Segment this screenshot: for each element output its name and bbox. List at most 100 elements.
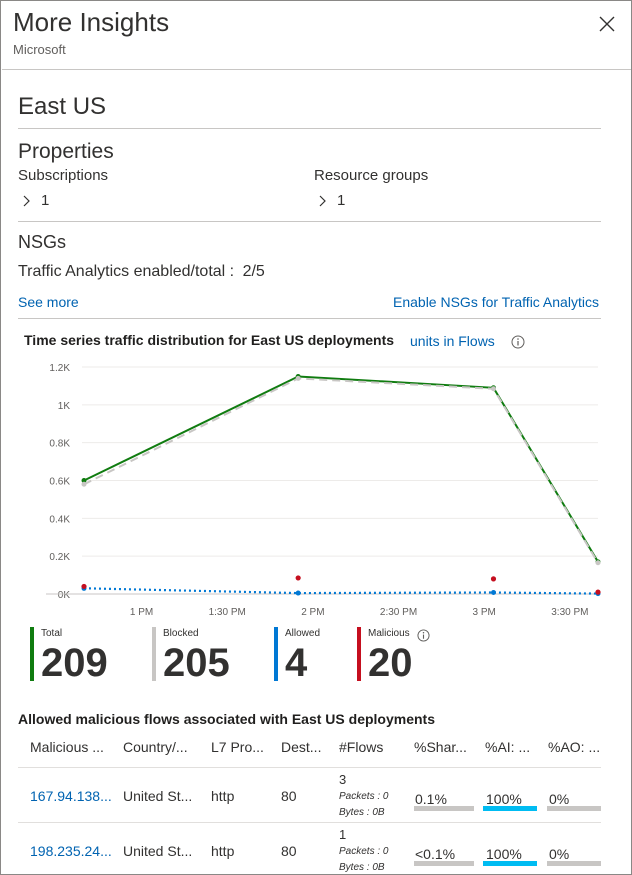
column-header[interactable]: Country/...	[123, 739, 203, 755]
share-cell: 0.1%	[415, 791, 447, 807]
divider	[18, 318, 601, 319]
traffic-analytics-line: Traffic Analytics enabled/total : 2/5	[18, 263, 265, 281]
kpi-blocked: Blocked 205	[152, 627, 252, 685]
kpi-label: Malicious	[368, 628, 410, 639]
share-bar	[414, 806, 474, 811]
column-header[interactable]: Malicious ...	[30, 739, 115, 755]
ao-cell: 0%	[549, 846, 570, 862]
malicious-point	[595, 589, 601, 595]
ai-cell: 100%	[486, 791, 522, 807]
l7-protocol-cell: http	[211, 788, 235, 804]
malicious-point	[295, 575, 301, 581]
kpi-value: 209	[41, 641, 108, 685]
traffic-line-chart: 1.2K 1K 0.8K 0.6K 0.4K 0.2K 0K 1 PM 1:30 PM 2 PM 2…	[46, 363, 601, 618]
divider	[18, 221, 601, 222]
column-header[interactable]: Dest...	[281, 739, 331, 755]
y-tick-label: 0.2K	[49, 552, 70, 563]
y-tick-label: 1.2K	[49, 363, 70, 374]
column-header[interactable]: %Shar...	[414, 739, 479, 755]
units-link[interactable]: units in Flows	[410, 333, 495, 349]
malicious-point	[490, 576, 497, 582]
panel-title: More Insights	[13, 7, 170, 37]
country-cell: United St...	[123, 843, 193, 859]
packets-cell: Packets : 0	[339, 791, 389, 802]
ao-bar	[547, 861, 601, 866]
table-title: Allowed malicious flows associated with …	[18, 711, 435, 727]
properties-title: Properties	[18, 140, 114, 163]
info-icon[interactable]	[511, 335, 525, 349]
table-divider	[18, 767, 601, 768]
kpi-value: 20	[368, 641, 413, 685]
l7-protocol-cell: http	[211, 843, 235, 859]
malicious-point	[81, 583, 87, 590]
kpi-value: 4	[285, 641, 308, 685]
share-bar	[414, 861, 474, 866]
y-tick-label: 0.6K	[49, 477, 70, 488]
packets-cell: Packets : 0	[339, 846, 389, 857]
malicious-ip-link[interactable]: 167.94.138...	[30, 788, 115, 804]
kpi-allowed: Allowed 4	[274, 627, 344, 685]
column-header[interactable]: L7 Pro...	[211, 739, 276, 755]
subscriptions-count: 1	[41, 192, 50, 209]
resource-groups-count: 1	[337, 192, 346, 209]
chevron-right-icon	[319, 195, 326, 206]
resource-groups-label: Resource groups	[314, 167, 429, 184]
series-point	[490, 386, 496, 392]
y-tick-label: 0.4K	[49, 514, 70, 525]
nsgs-title: NSGs	[18, 232, 67, 252]
subscriptions-link[interactable]: 1	[23, 192, 49, 209]
series-point	[490, 589, 496, 595]
subscriptions-label: Subscriptions	[18, 167, 109, 184]
series-point	[295, 375, 301, 381]
kpi-bar	[274, 627, 278, 681]
series-point	[595, 560, 601, 566]
y-tick-label: 0K	[58, 590, 71, 601]
flows-cell: 1	[339, 827, 347, 842]
table-divider	[18, 822, 601, 823]
ao-bar	[547, 806, 601, 811]
ai-bar	[483, 861, 537, 866]
y-tick-label: 0.8K	[49, 439, 70, 450]
x-tick-label: 2 PM	[301, 607, 324, 618]
header-divider	[2, 69, 631, 70]
traffic-analytics-label: Traffic Analytics enabled/total :	[18, 263, 235, 280]
info-icon[interactable]	[417, 629, 430, 642]
flows-cell: 3	[339, 772, 347, 787]
bytes-cell: Bytes : 0B	[339, 807, 385, 818]
x-tick-label: 2:30 PM	[380, 607, 417, 618]
kpi-label: Allowed	[285, 628, 321, 639]
enable-nsgs-link[interactable]: Enable NSGs for Traffic Analytics	[393, 294, 599, 310]
column-header[interactable]: %AI: ...	[485, 739, 543, 755]
series-line	[83, 587, 599, 595]
ai-cell: 100%	[486, 846, 522, 862]
malicious-ip-link[interactable]: 198.235.24...	[30, 843, 115, 859]
ao-cell: 0%	[549, 791, 570, 807]
region-title: East US	[18, 93, 107, 120]
x-tick-label: 3 PM	[473, 607, 496, 618]
column-header[interactable]: #Flows	[339, 739, 404, 755]
kpi-bar	[357, 627, 361, 681]
chevron-right-icon	[23, 195, 30, 206]
traffic-analytics-value: 2/5	[242, 263, 265, 280]
panel-subtitle: Microsoft	[13, 42, 66, 57]
more-insights-panel: More Insights Microsoft East US Properti…	[0, 0, 632, 875]
kpi-total: Total 209	[30, 627, 130, 685]
bytes-cell: Bytes : 0B	[339, 862, 385, 873]
column-header[interactable]: %AO: ...	[548, 739, 603, 755]
y-tick-label: 1K	[58, 401, 71, 412]
ai-bar	[483, 806, 537, 811]
kpi-label: Blocked	[163, 628, 199, 639]
kpi-bar	[152, 627, 156, 681]
kpi-malicious: Malicious 20	[357, 627, 447, 685]
series-line	[83, 375, 599, 563]
country-cell: United St...	[123, 788, 193, 804]
see-more-link[interactable]: See more	[18, 294, 79, 310]
kpi-label: Total	[41, 628, 63, 639]
x-tick-label: 3:30 PM	[551, 607, 588, 618]
close-icon[interactable]	[597, 14, 617, 34]
resource-groups-link[interactable]: 1	[319, 192, 345, 209]
series-point	[81, 481, 87, 487]
x-tick-label: 1 PM	[130, 607, 153, 618]
dest-port-cell: 80	[281, 788, 297, 804]
divider	[18, 128, 601, 129]
